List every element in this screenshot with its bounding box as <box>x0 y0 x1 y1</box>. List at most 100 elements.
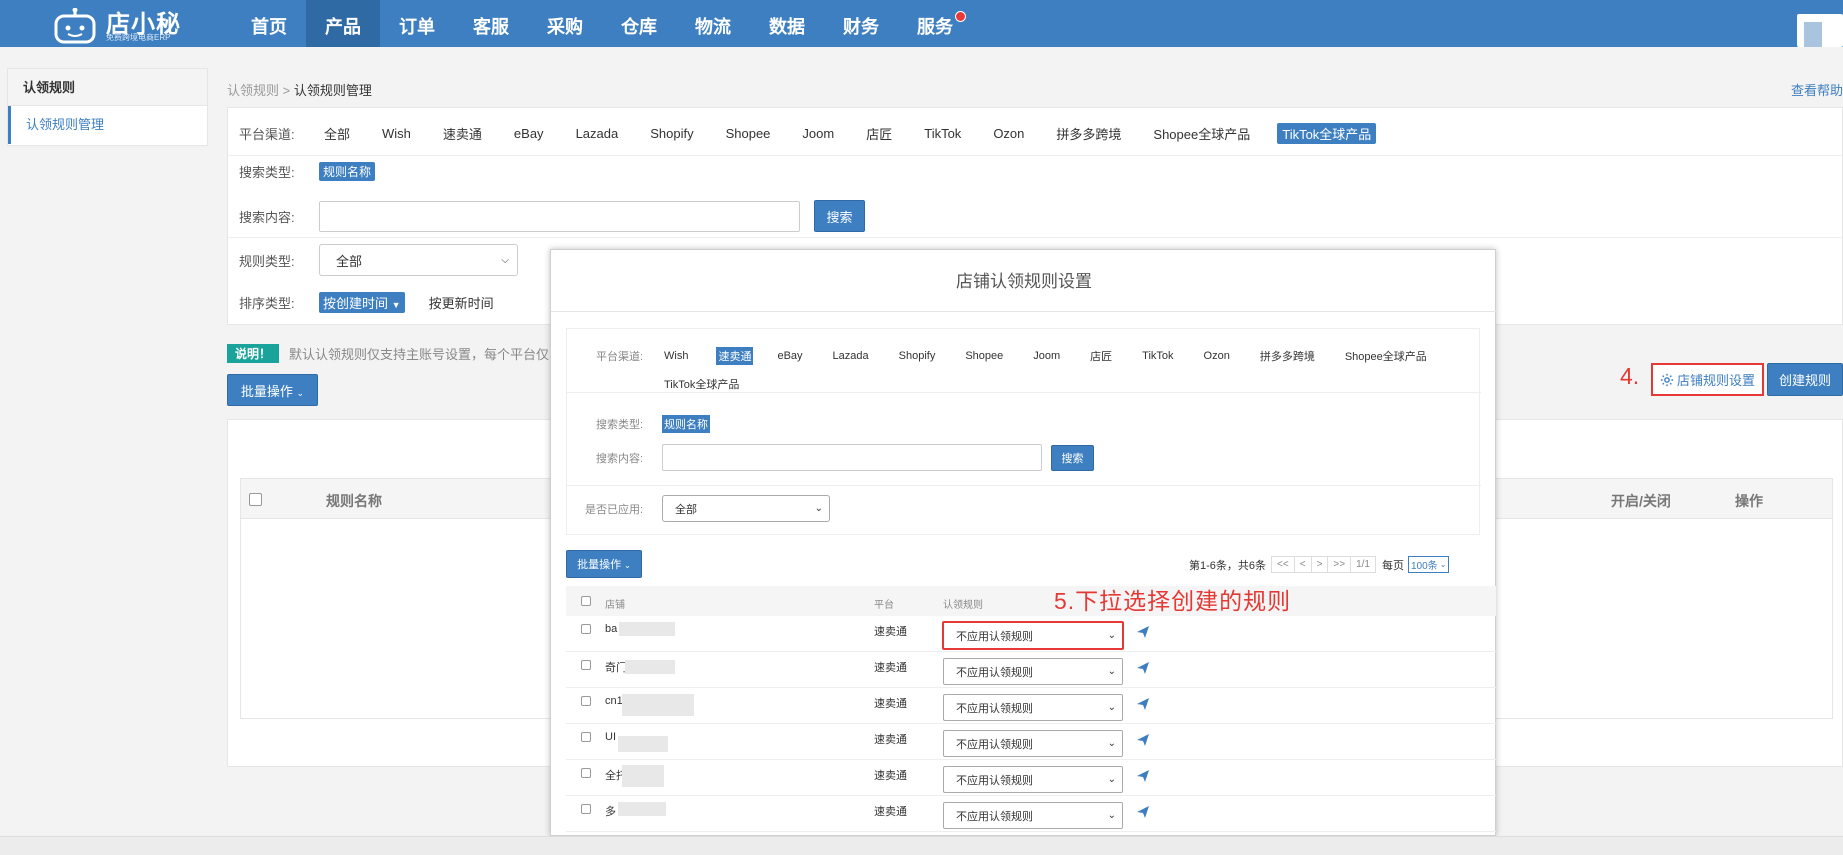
nav-customer-service[interactable]: 客服 <box>454 0 528 47</box>
nav-products[interactable]: 产品 <box>306 0 380 47</box>
help-link[interactable]: 查看帮助 <box>1791 80 1843 99</box>
claim-rule-select[interactable]: 不应用认领规则 ⌄ <box>943 802 1123 829</box>
send-icon[interactable] <box>1137 662 1149 674</box>
platform-ozon[interactable]: Ozon <box>988 125 1029 142</box>
platform-name: 速卖通 <box>874 698 907 710</box>
row-checkbox[interactable] <box>581 660 591 670</box>
modal-platform-ozon[interactable]: Ozon <box>1202 349 1232 363</box>
column-platform: 平台 <box>874 600 894 611</box>
modal-search-input[interactable] <box>662 444 1042 471</box>
nav-finance[interactable]: 财务 <box>824 0 898 47</box>
pager-prev[interactable]: < <box>1293 556 1312 573</box>
table-row: ba 速卖通 不应用认领规则 ⌄ <box>566 616 1496 652</box>
send-icon[interactable] <box>1137 806 1149 818</box>
nav-orders[interactable]: 订单 <box>380 0 454 47</box>
modal-platform-shopee[interactable]: Shopee <box>963 349 1005 363</box>
modal-search-button[interactable]: 搜索 <box>1051 444 1094 471</box>
nav-data[interactable]: 数据 <box>750 0 824 47</box>
search-button[interactable]: 搜索 <box>814 200 865 232</box>
modal-platform-ebay[interactable]: eBay <box>775 349 804 363</box>
create-rule-button[interactable]: 创建规则 <box>1767 363 1843 396</box>
platform-shoplazza[interactable]: 店匠 <box>861 123 897 144</box>
sort-by-updated[interactable]: 按更新时间 <box>429 293 494 312</box>
send-icon[interactable] <box>1137 770 1149 782</box>
modal-platform-shopify[interactable]: Shopify <box>897 349 938 363</box>
search-input[interactable] <box>319 200 800 232</box>
user-avatar[interactable] <box>1797 14 1843 47</box>
modal-platform-aliexpress[interactable]: 速卖通 <box>716 347 754 365</box>
send-icon[interactable] <box>1137 698 1149 710</box>
redacted-block <box>618 802 666 816</box>
modal-platform-row: 平台渠道: Wish 速卖通 eBay Lazada Shopify Shope… <box>596 347 1455 365</box>
redacted-block <box>622 765 664 787</box>
batch-operation-button[interactable]: 批量操作 ⌄ <box>227 374 318 406</box>
modal-platform-shoplazza[interactable]: 店匠 <box>1088 347 1114 365</box>
table-row: cn1 速卖通 不应用认领规则 ⌄ <box>566 688 1496 724</box>
modal-platform-shopee-global[interactable]: Shopee全球产品 <box>1343 347 1429 365</box>
platform-shopify[interactable]: Shopify <box>645 125 698 142</box>
nav-logistics[interactable]: 物流 <box>676 0 750 47</box>
row-checkbox[interactable] <box>581 768 591 778</box>
modal-platform-lazada[interactable]: Lazada <box>831 349 871 363</box>
rule-type-row: 规则类型: 全部 ⌵ <box>239 244 518 276</box>
modal-filter-panel: 平台渠道: Wish 速卖通 eBay Lazada Shopify Shope… <box>566 328 1481 535</box>
logo[interactable]: 店小秘 免费跨境电商ERP <box>48 2 198 44</box>
claim-rule-select[interactable]: 不应用认领规则 ⌄ <box>943 730 1123 757</box>
send-icon[interactable] <box>1137 626 1149 638</box>
claim-rule-select[interactable]: 不应用认领规则 ⌄ <box>943 658 1123 685</box>
platform-aliexpress[interactable]: 速卖通 <box>438 123 487 144</box>
search-type-rule-name[interactable]: 规则名称 <box>319 162 376 181</box>
sort-by-created[interactable]: 按创建时间 ▼ <box>319 292 405 313</box>
shop-rule-settings-button[interactable]: 店铺规则设置 <box>1651 363 1764 396</box>
modal-platform-wish[interactable]: Wish <box>662 349 690 363</box>
modal-applied-select[interactable]: 全部 ⌄ <box>662 495 830 522</box>
platform-label: 平台渠道: <box>239 127 295 142</box>
platform-ebay[interactable]: eBay <box>509 125 549 142</box>
sidebar-header: 认领规则 <box>8 69 207 106</box>
per-page-select[interactable]: 100条 ⌄ <box>1408 556 1450 573</box>
chevron-down-icon: ⌄ <box>1107 774 1116 785</box>
sidebar-item-rule-management[interactable]: 认领规则管理 <box>8 106 207 144</box>
sort-label: 排序类型: <box>239 296 295 311</box>
claim-rule-select[interactable]: 不应用认领规则 ⌄ <box>942 621 1124 650</box>
platform-pinduoduo[interactable]: 拼多多跨境 <box>1051 123 1126 144</box>
rule-type-select[interactable]: 全部 ⌵ <box>319 244 518 276</box>
platform-tiktok-global[interactable]: TikTok全球产品 <box>1277 123 1377 144</box>
sort-by-created-label: 按创建时间 <box>323 296 389 311</box>
chevron-down-icon: ⌄ <box>1107 666 1116 677</box>
claim-rule-select[interactable]: 不应用认领规则 ⌄ <box>943 694 1123 721</box>
row-checkbox[interactable] <box>581 624 591 634</box>
pager-last[interactable]: >> <box>1327 556 1352 573</box>
send-icon[interactable] <box>1137 734 1149 746</box>
select-all-checkbox[interactable] <box>249 493 262 506</box>
modal-platform-tiktok-global[interactable]: TikTok全球产品 <box>662 375 741 393</box>
platform-lazada[interactable]: Lazada <box>571 125 624 142</box>
modal-platform-joom[interactable]: Joom <box>1031 349 1062 363</box>
platform-joom[interactable]: Joom <box>797 125 839 142</box>
platform-filter-row: 平台渠道: 全部 Wish 速卖通 eBay Lazada Shopify Sh… <box>239 123 1398 144</box>
shop-rule-settings-label: 店铺规则设置 <box>1676 373 1755 388</box>
platform-shopee[interactable]: Shopee <box>721 125 776 142</box>
modal-batch-operation-button[interactable]: 批量操作 ⌄ <box>566 550 642 578</box>
nav-services[interactable]: 服务 <box>898 0 972 47</box>
row-checkbox[interactable] <box>581 696 591 706</box>
row-checkbox[interactable] <box>581 732 591 742</box>
modal-platform-tiktok[interactable]: TikTok <box>1140 349 1175 363</box>
row-checkbox[interactable] <box>581 804 591 814</box>
platform-shopee-global[interactable]: Shopee全球产品 <box>1148 123 1255 144</box>
modal-select-all-checkbox[interactable] <box>581 596 591 606</box>
platform-tiktok[interactable]: TikTok <box>919 125 966 142</box>
breadcrumb-parent[interactable]: 认领规则 <box>227 83 279 98</box>
claim-rule-select[interactable]: 不应用认领规则 ⌄ <box>943 766 1123 793</box>
pager-next[interactable]: > <box>1310 556 1329 573</box>
platform-wish[interactable]: Wish <box>377 125 416 142</box>
pager-first[interactable]: << <box>1271 556 1295 573</box>
modal-search-type-rule-name[interactable]: 规则名称 <box>662 415 710 433</box>
nav-purchase[interactable]: 采购 <box>528 0 602 47</box>
top-nav-bar: 店小秘 免费跨境电商ERP 首页 产品 订单 客服 采购 仓库 物流 数据 财务… <box>0 0 1843 47</box>
nav-warehouse[interactable]: 仓库 <box>602 0 676 47</box>
nav-home[interactable]: 首页 <box>232 0 306 47</box>
platform-all[interactable]: 全部 <box>319 123 355 144</box>
modal-platform-pinduoduo[interactable]: 拼多多跨境 <box>1258 347 1317 365</box>
redacted-block <box>618 736 668 752</box>
